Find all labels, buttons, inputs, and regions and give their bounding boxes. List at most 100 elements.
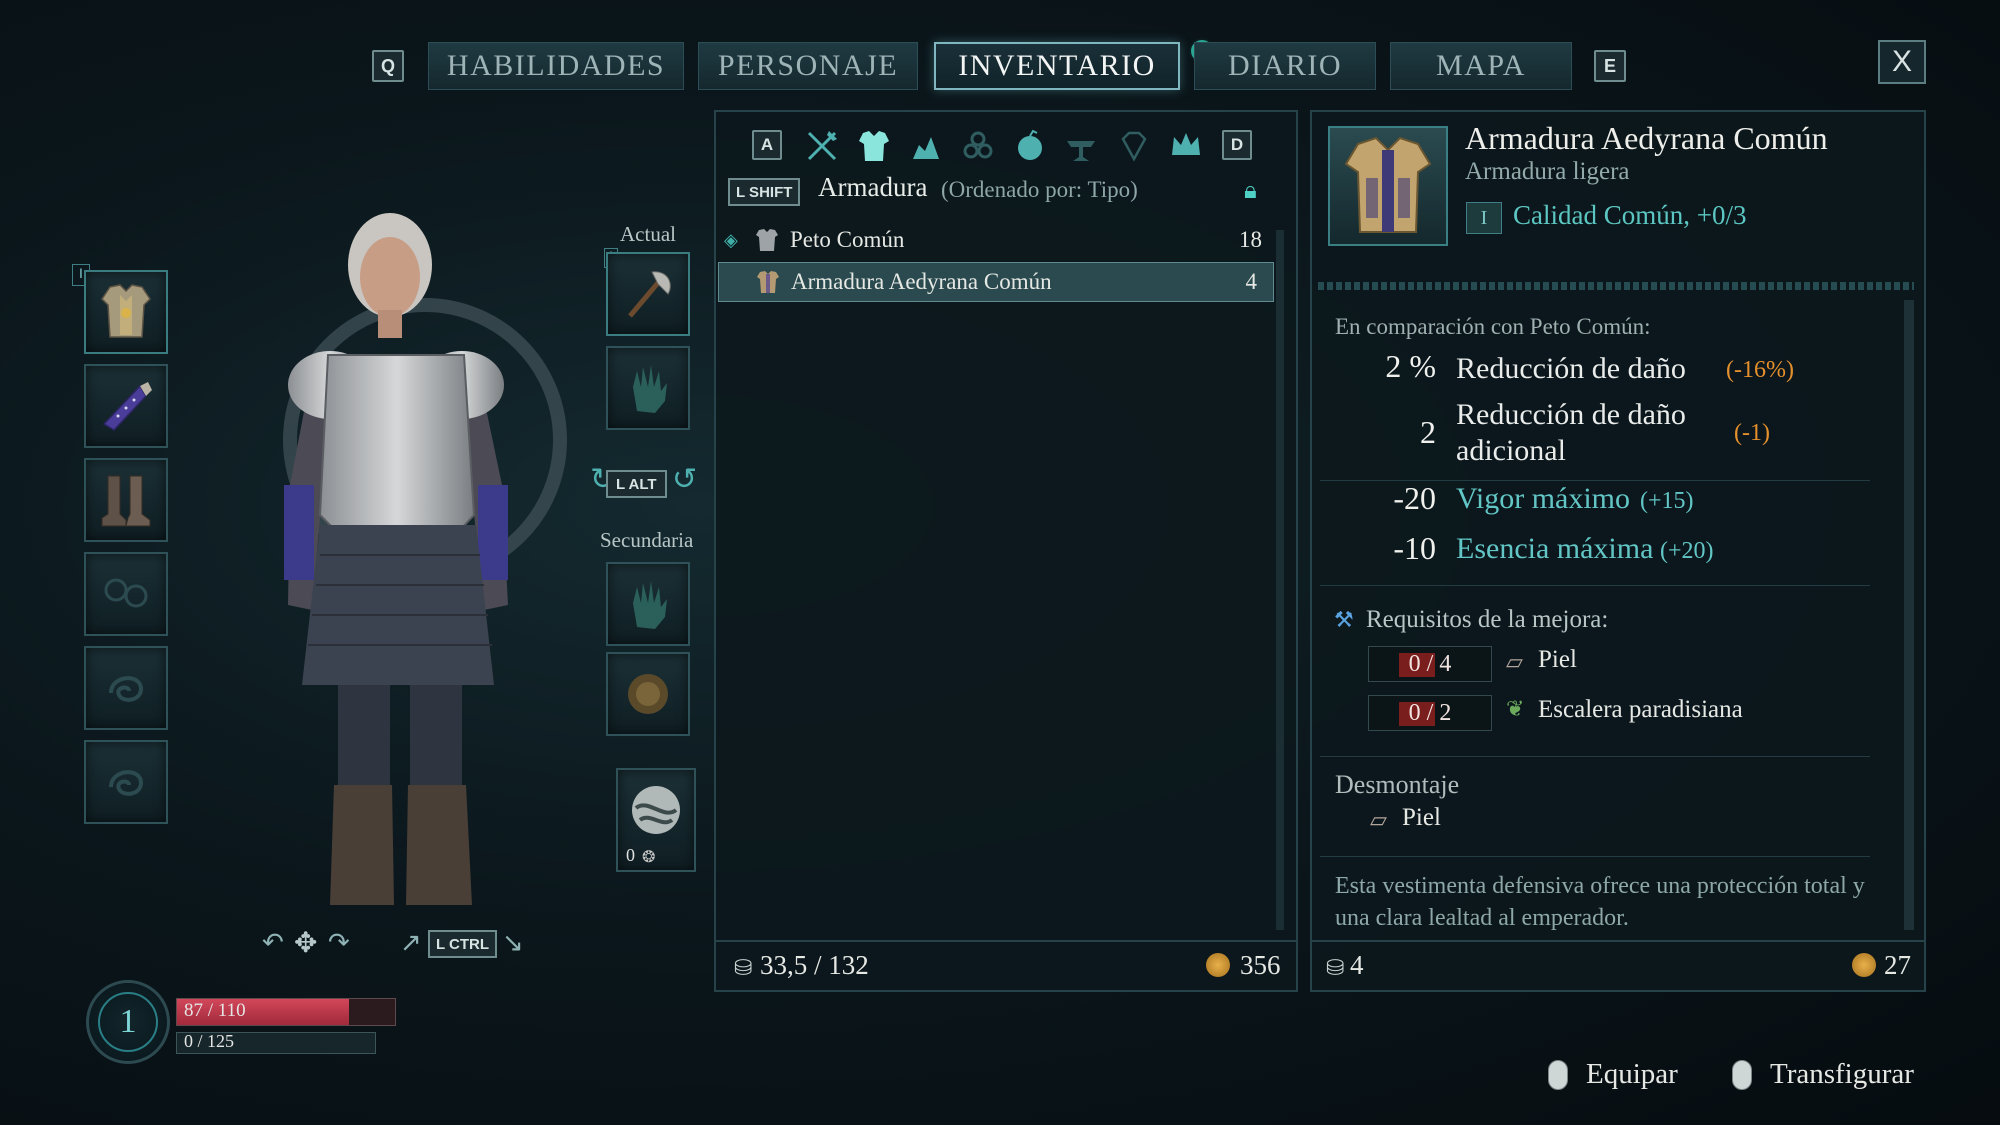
item-type: Armadura ligera <box>1465 158 1630 185</box>
item-title: Armadura Aedyrana Común <box>1465 120 1828 156</box>
section-divider <box>1320 856 1870 857</box>
comparison-title: En comparación con Peto Común: <box>1335 314 1651 339</box>
section-divider <box>1320 585 1870 586</box>
stat-value: 2 <box>1420 414 1436 450</box>
details-scrollbar[interactable] <box>1904 300 1914 930</box>
consumable-count: 0 <box>626 845 635 865</box>
stat-name: Reducción de daño <box>1456 398 1686 431</box>
next-category-key[interactable]: D <box>1222 130 1252 160</box>
swap-weapons-key[interactable]: L ALT <box>606 470 667 498</box>
quality-tier-badge: I <box>1466 202 1502 234</box>
weapons-category-icon[interactable] <box>804 128 840 164</box>
slot-chest[interactable] <box>84 270 168 354</box>
tab-inventario[interactable]: INVENTARIO <box>934 42 1180 90</box>
swap-right-arrow-icon: ↺ <box>672 462 698 497</box>
stat-name: Vigor máximo <box>1456 482 1631 515</box>
consumables-category-icon[interactable] <box>1012 128 1048 164</box>
sort-order-text: (Ordenado por: Tipo) <box>941 177 1138 202</box>
section-divider <box>1320 756 1870 757</box>
secondary-weapons-label: Secundaria <box>600 528 694 552</box>
weight-lock-icon: 🔒︎ <box>1244 176 1257 204</box>
transmog-action[interactable]: Transfigurar <box>1770 1058 1914 1091</box>
list-item[interactable]: ◈ Peto Común 18 <box>718 220 1278 260</box>
vest-armor-icon <box>755 269 781 295</box>
inventory-scrollbar[interactable] <box>1276 230 1284 930</box>
upgrade-title: Requisitos de la mejora: <box>1366 606 1609 633</box>
gold-coin-icon <box>1852 953 1876 977</box>
character-model[interactable] <box>250 185 570 935</box>
stat-value: -10 <box>1393 530 1436 566</box>
slot-main-weapon[interactable] <box>606 252 690 336</box>
stat-delta: (+20) <box>1660 538 1714 564</box>
empty-hand-icon <box>633 365 667 413</box>
equip-action[interactable]: Equipar <box>1586 1058 1678 1091</box>
tab-habilidades[interactable]: HABILIDADES <box>428 42 684 90</box>
accessories-category-icon[interactable] <box>960 128 996 164</box>
slot-secondary-weapon[interactable] <box>606 562 690 646</box>
slot-gloves[interactable] <box>84 364 168 448</box>
bracer-icon <box>102 382 152 431</box>
slot-consumable[interactable]: 0 ❂ <box>616 768 696 872</box>
requirement-material: Piel <box>1538 646 1577 673</box>
empty-trinket-icon <box>109 770 144 796</box>
item-preview <box>1328 126 1448 246</box>
next-tab-key[interactable]: E <box>1594 50 1626 82</box>
rotate-key[interactable]: L CTRL <box>428 930 498 958</box>
slot-trinket-2[interactable] <box>84 740 168 824</box>
slot-trinket-1[interactable] <box>84 646 168 730</box>
stat-name-continued: adicional <box>1456 434 1566 467</box>
panel-divider <box>716 940 1296 942</box>
left-click-icon <box>1548 1060 1568 1090</box>
stat-name: Esencia máxima <box>1456 532 1654 565</box>
slot-secondary-offhand[interactable] <box>606 652 690 736</box>
sort-key[interactable]: L SHIFT <box>728 178 801 206</box>
slot-boots[interactable] <box>84 458 168 542</box>
slot-rings[interactable] <box>84 552 168 636</box>
gems-category-icon[interactable] <box>1116 128 1152 164</box>
materials-category-icon[interactable] <box>908 128 944 164</box>
tab-personaje[interactable]: PERSONAJE <box>698 42 918 90</box>
prev-category-key[interactable]: A <box>752 130 782 160</box>
shield-icon <box>628 674 668 714</box>
dismantle-material: Piel <box>1402 804 1441 831</box>
quest-items-category-icon[interactable] <box>1168 128 1204 164</box>
new-item-diamond-icon: ◈ <box>724 229 738 251</box>
health-text: 87 / 110 <box>184 1000 246 1021</box>
crafting-category-icon[interactable] <box>1064 128 1100 164</box>
item-quality: Calidad Común, +0/3 <box>1513 200 1747 230</box>
ornamental-divider <box>1318 282 1914 290</box>
slot-offhand[interactable] <box>606 346 690 430</box>
close-button[interactable]: X <box>1878 40 1926 84</box>
list-item-selected[interactable]: Armadura Aedyrana Común 4 <box>718 262 1274 302</box>
item-name: Armadura Aedyrana Común <box>791 269 1052 294</box>
rings-icon <box>104 578 148 608</box>
leather-icon: ▱ <box>1506 650 1523 675</box>
move-camera-icon[interactable]: ✥ <box>294 926 317 959</box>
tab-mapa[interactable]: MAPA <box>1390 42 1572 90</box>
armor-category-icon[interactable] <box>856 128 892 164</box>
item-value: 4 <box>1245 269 1258 294</box>
boots-icon <box>101 475 151 527</box>
stat-value: -20 <box>1393 480 1436 516</box>
current-weapons-label: Actual <box>620 222 676 246</box>
prev-tab-key[interactable]: Q <box>372 50 404 82</box>
requirement-material: Escalera paradisiana <box>1538 696 1743 723</box>
panel-divider <box>1312 940 1924 942</box>
weight-icon: ⛁ <box>1326 956 1345 981</box>
tab-diario[interactable]: DIARIO <box>1194 42 1376 90</box>
stat-delta: (-16%) <box>1726 357 1794 383</box>
requirement-count: 0 / 2 <box>1368 695 1492 731</box>
chest-armor-icon <box>754 227 780 253</box>
item-description: Esta vestimenta defensiva ofrece una pro… <box>1335 873 1865 931</box>
anvil-icon: ⚒ <box>1334 608 1354 633</box>
chest-armor-icon <box>101 284 151 338</box>
empty-trinket-icon <box>109 676 144 702</box>
empty-hand-icon <box>633 581 667 629</box>
herb-icon: ❦ <box>1506 697 1525 722</box>
item-weight: 4 <box>1350 950 1364 980</box>
player-level: 1 <box>98 992 158 1052</box>
item-value: 27 <box>1884 950 1911 980</box>
rotate-left-icon: ↶ <box>262 928 284 958</box>
consumable-orb-icon <box>632 786 680 834</box>
weight-icon: ⛁ <box>734 956 753 981</box>
